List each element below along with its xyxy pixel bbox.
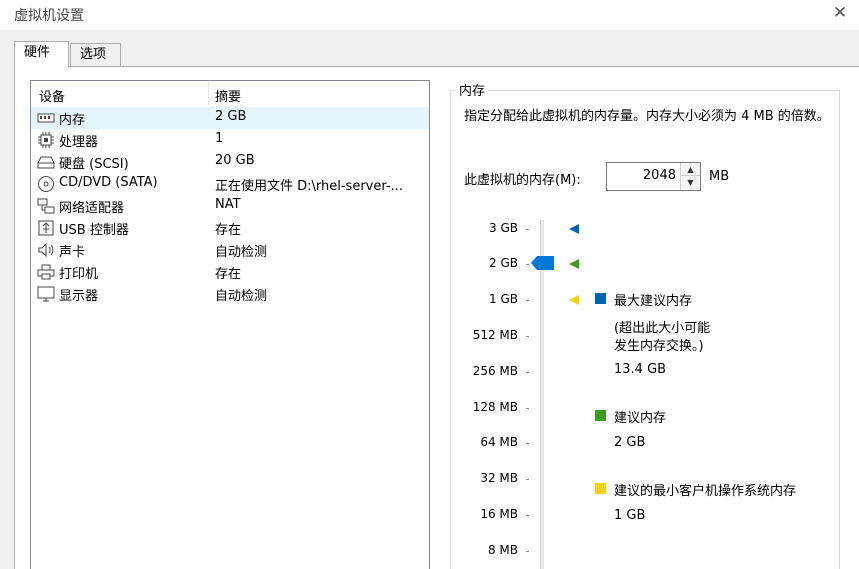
device-row-memory[interactable]: 内存 2 GB	[31, 107, 429, 129]
scale-label-32mb: 32 MB	[480, 471, 518, 485]
scale-tick	[526, 372, 529, 373]
memory-slider-thumb[interactable]	[531, 256, 554, 270]
device-row-hard-disk[interactable]: 硬盘 (SCSI) 20 GB	[31, 151, 429, 173]
device-row-usb[interactable]: USB 控制器 存在	[31, 217, 429, 239]
device-summary: NAT	[215, 197, 241, 212]
device-row-sound-card[interactable]: 声卡 自动检测	[31, 239, 429, 261]
scale-tick	[526, 229, 529, 230]
device-name: 显示器	[59, 289, 99, 304]
device-name: 网络适配器	[59, 201, 125, 216]
device-row-network-adapter[interactable]: 网络适配器 NAT	[31, 195, 429, 217]
device-summary: 2 GB	[215, 109, 247, 124]
monitor-icon	[37, 286, 55, 302]
memory-spinbox[interactable]: 2048 ▲ ▼	[606, 162, 701, 191]
memory-unit: MB	[709, 169, 730, 184]
min-memory-title: 建议的最小客户机操作系统内存	[614, 484, 797, 499]
device-summary: 存在	[215, 223, 242, 238]
column-separator[interactable]	[208, 81, 209, 105]
hard-disk-icon	[37, 156, 55, 169]
memory-slider-track[interactable]	[540, 220, 544, 569]
cd-dvd-icon	[38, 176, 54, 192]
recommended-memory-marker-icon	[569, 259, 579, 269]
window-title: 虚拟机设置	[14, 8, 84, 24]
scale-tick	[526, 551, 529, 552]
scale-tick	[526, 515, 529, 516]
scale-label-256mb: 256 MB	[472, 364, 518, 378]
recommended-memory-value: 2 GB	[614, 435, 646, 450]
device-name: 内存	[59, 113, 86, 128]
max-memory-title: 最大建议内存	[614, 294, 693, 309]
max-memory-note-line2: 发生内存交换。)	[614, 339, 704, 354]
usb-icon	[38, 220, 54, 236]
column-header-device[interactable]: 设备	[39, 86, 65, 105]
recommended-memory-title: 建议内存	[614, 411, 667, 426]
scale-tick	[526, 443, 529, 444]
scale-label-2gb: 2 GB	[489, 256, 518, 270]
title-bar: 虚拟机设置 ✕	[0, 0, 859, 30]
device-summary: 自动检测	[215, 289, 268, 304]
device-row-processor[interactable]: 处理器 1	[31, 129, 429, 151]
memory-field-label: 此虚拟机的内存(M):	[464, 173, 581, 188]
device-row-display[interactable]: 显示器 自动检测	[31, 283, 429, 305]
device-row-printer[interactable]: 打印机 存在	[31, 261, 429, 283]
device-name: 声卡	[59, 245, 86, 260]
device-list-header: 设备 摘要	[31, 81, 429, 107]
device-name: 处理器	[59, 135, 99, 150]
device-row-cd-dvd[interactable]: CD/DVD (SATA) 正在使用文件 D:\rhel-server-...	[31, 173, 429, 195]
min-memory-marker-icon	[569, 295, 579, 305]
spin-up-button[interactable]: ▲	[681, 163, 700, 176]
max-memory-value: 13.4 GB	[614, 362, 667, 377]
device-summary: 20 GB	[215, 153, 255, 168]
scale-label-8mb: 8 MB	[487, 543, 518, 557]
memory-icon	[37, 113, 55, 123]
recommended-memory-legend-icon	[595, 410, 606, 421]
tab-hardware[interactable]: 硬件	[14, 41, 69, 68]
scale-label-64mb: 64 MB	[480, 435, 518, 449]
scale-label-3gb: 3 GB	[489, 221, 518, 235]
scale-tick	[526, 336, 529, 337]
max-memory-legend-icon	[595, 293, 606, 304]
scale-tick	[526, 408, 529, 409]
max-memory-marker-icon	[569, 224, 579, 234]
memory-group-title: 内存	[455, 80, 490, 99]
scale-tick	[526, 479, 529, 480]
device-name: 打印机	[59, 267, 99, 282]
device-summary: 存在	[215, 267, 242, 282]
processor-icon	[38, 132, 54, 148]
scale-tick	[526, 300, 529, 301]
scale-label-1gb: 1 GB	[489, 292, 518, 306]
speaker-icon	[38, 242, 54, 258]
device-name: 硬盘 (SCSI)	[59, 157, 129, 172]
device-name: USB 控制器	[59, 223, 129, 238]
memory-value-input[interactable]: 2048	[643, 168, 676, 183]
device-summary: 1	[215, 131, 224, 146]
scale-label-16mb: 16 MB	[480, 507, 518, 521]
max-memory-note-line1: (超出此大小可能	[614, 321, 711, 336]
network-adapter-icon	[37, 198, 55, 214]
device-name: CD/DVD (SATA)	[59, 175, 158, 190]
scale-tick	[526, 264, 529, 265]
close-icon[interactable]: ✕	[829, 2, 851, 24]
tab-options[interactable]: 选项	[70, 43, 121, 67]
min-memory-legend-icon	[595, 483, 606, 494]
device-summary: 正在使用文件 D:\rhel-server-...	[215, 179, 403, 194]
device-summary: 自动检测	[215, 245, 268, 260]
spin-buttons: ▲ ▼	[680, 163, 700, 190]
min-memory-value: 1 GB	[614, 508, 646, 523]
scale-label-512mb: 512 MB	[472, 328, 518, 342]
printer-icon	[37, 264, 55, 280]
column-header-summary[interactable]: 摘要	[215, 86, 241, 105]
memory-description: 指定分配给此虚拟机的内存量。内存大小必须为 4 MB 的倍数。	[464, 109, 830, 124]
scale-label-128mb: 128 MB	[472, 400, 518, 414]
spin-down-button[interactable]: ▼	[681, 176, 700, 189]
device-list[interactable]: 设备 摘要 内存 2 GB 处理器 1 硬盘 (SCSI) 20 GB CD/D…	[30, 80, 430, 569]
